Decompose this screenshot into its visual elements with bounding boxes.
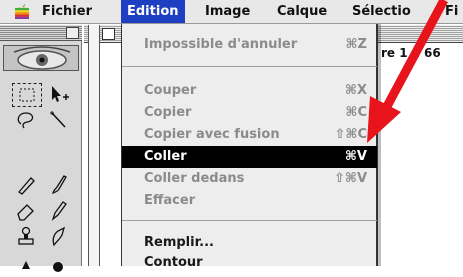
tool-palette <box>0 25 82 272</box>
menu-item-undo: Impossible d'annuler ⌘Z <box>122 34 377 56</box>
paintbrush-tool-icon[interactable] <box>44 173 74 197</box>
menu-item-label: Effacer <box>144 193 196 208</box>
move-tool-icon[interactable] <box>44 83 74 107</box>
menu-item-couper: Couper ⌘X <box>122 80 377 102</box>
rubber-stamp-tool-icon[interactable] <box>12 225 42 249</box>
document-frame-edge <box>88 25 100 266</box>
menu-item-coller[interactable]: Coller ⌘V <box>122 146 377 168</box>
pencil-tool-icon[interactable] <box>44 199 74 223</box>
airbrush-tool-icon[interactable] <box>12 173 42 197</box>
menu-item-label: Coller <box>144 149 187 164</box>
menu-item-shortcut: ⌘X <box>344 83 367 98</box>
dodge-tool-icon[interactable] <box>12 251 42 275</box>
palette-close-box[interactable] <box>66 27 79 39</box>
menu-item-shortcut: ⇧⌘V <box>333 171 367 186</box>
palette-title-bar[interactable] <box>0 25 82 41</box>
menu-item-shortcut: ⌘Z <box>345 37 368 52</box>
eraser-tool-icon[interactable] <box>12 199 42 223</box>
smudge-tool-icon[interactable] <box>44 225 74 249</box>
menu-item-label: Contour <box>144 255 203 270</box>
menu-selection[interactable]: Sélectio <box>352 0 411 23</box>
menu-item-label: Remplir... <box>144 235 214 250</box>
menu-separator <box>122 220 377 221</box>
menu-item-label: Couper <box>144 83 197 98</box>
menu-fichier[interactable]: Fichier <box>42 0 92 23</box>
menu-item-effacer: Effacer <box>122 190 377 212</box>
magic-wand-tool-icon[interactable] <box>44 109 74 133</box>
menu-edition[interactable]: Edition <box>121 0 185 23</box>
lasso-tool-icon[interactable] <box>12 109 42 133</box>
apple-menu-icon[interactable] <box>14 3 30 20</box>
menu-separator <box>122 66 377 67</box>
marquee-tool-icon[interactable] <box>12 83 42 107</box>
menu-item-remplir[interactable]: Remplir... <box>122 232 377 254</box>
edition-menu: Impossible d'annuler ⌘Z Couper ⌘X Copier… <box>121 24 378 270</box>
document-title: re 1 à 66 <box>378 44 444 62</box>
document-close-box[interactable] <box>102 28 115 40</box>
menu-image[interactable]: Image <box>205 0 250 23</box>
menu-item-label: Impossible d'annuler <box>144 37 298 52</box>
menu-item-coller-dedans: Coller dedans ⇧⌘V <box>122 168 377 190</box>
menu-filtre[interactable]: Fi <box>445 0 458 23</box>
menu-item-copier: Copier ⌘C <box>122 102 377 124</box>
menu-item-shortcut: ⌘V <box>344 149 367 164</box>
menu-item-label: Copier avec fusion <box>144 127 280 142</box>
palette-logo-image <box>3 45 79 71</box>
menu-item-shortcut: ⇧⌘C <box>334 127 368 142</box>
menu-item-copier-avec-fusion: Copier avec fusion ⇧⌘C <box>122 124 377 146</box>
menu-item-shortcut: ⌘C <box>345 105 367 120</box>
menu-calque[interactable]: Calque <box>277 0 327 23</box>
menu-bar: Fichier Edition Image Calque Sélectio Fi <box>0 0 463 24</box>
menu-item-contour[interactable]: Contour <box>122 252 377 274</box>
menu-item-label: Copier <box>144 105 192 120</box>
burn-tool-icon[interactable] <box>44 251 74 275</box>
menu-item-label: Coller dedans <box>144 171 245 186</box>
